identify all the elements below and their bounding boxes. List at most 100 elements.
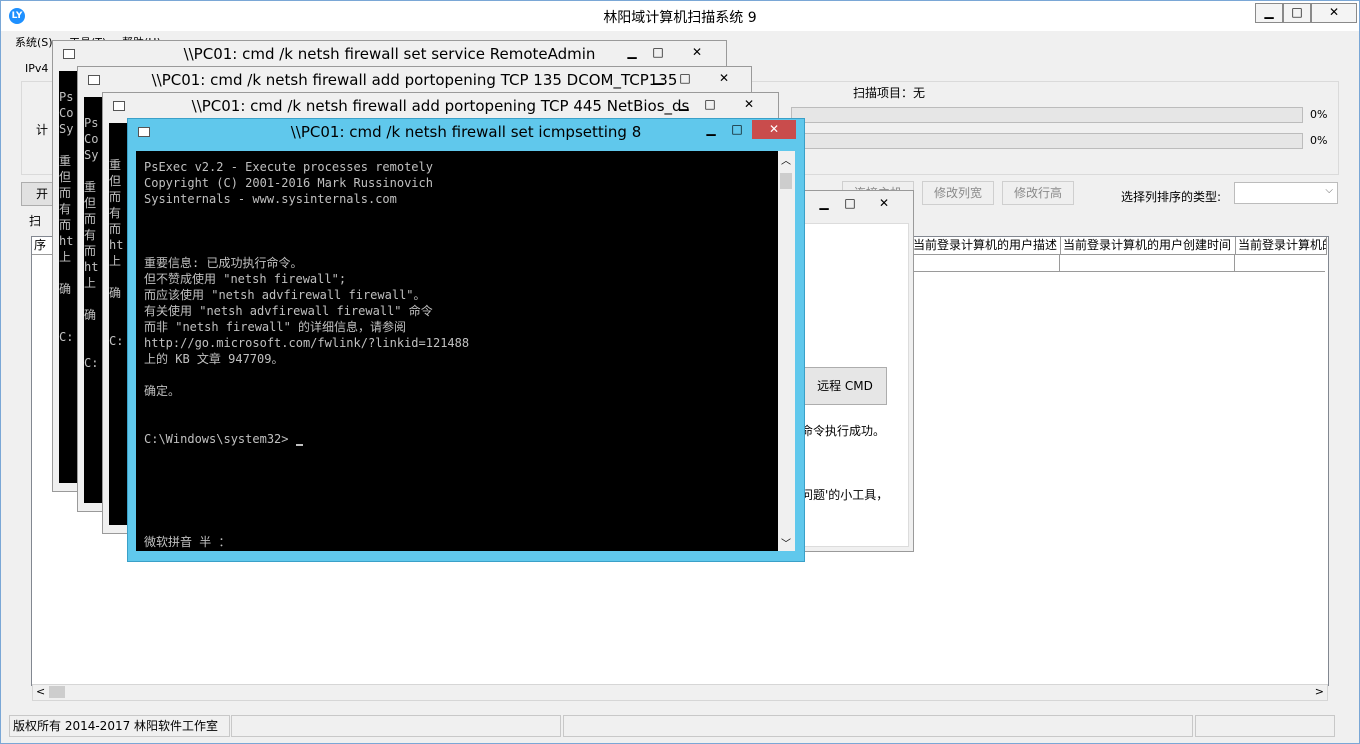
cmd-window-icmp[interactable]: \\PC01: cmd /k netsh firewall set icmpse…	[127, 118, 805, 562]
console-line: 上	[109, 254, 122, 268]
close-button[interactable]: ✕	[1311, 3, 1357, 23]
status-segment	[563, 715, 1193, 737]
console-line: 有	[109, 206, 122, 220]
status-segment	[1195, 715, 1335, 737]
console-line: Sy	[84, 148, 99, 162]
console-line: Ps	[84, 116, 99, 130]
horizontal-scrollbar[interactable]: < >	[32, 684, 1328, 701]
tab-ipv4[interactable]: IPv4	[25, 62, 48, 75]
maximize-button[interactable]: □	[672, 69, 698, 88]
window-title: 林阳域计算机扫描系统 9	[603, 10, 757, 26]
console-line: Sysinternals - www.sysinternals.com	[144, 192, 397, 206]
text-cursor	[296, 444, 303, 446]
console-line: 而	[84, 212, 97, 226]
scan-results-label: 扫	[29, 214, 42, 228]
status-copyright: 版权所有 2014-2017 林阳软件工作室	[9, 715, 230, 737]
console-line: 有关使用 "netsh advfirewall firewall" 命令	[144, 304, 433, 318]
console-line: 而	[59, 218, 72, 232]
console-line: 但	[59, 170, 72, 184]
scroll-right-icon[interactable]: >	[1315, 685, 1324, 698]
maximize-button[interactable]: □	[697, 95, 723, 114]
close-button[interactable]: ✕	[871, 194, 897, 213]
console-line: 确	[59, 282, 72, 296]
grid-row	[911, 255, 1325, 272]
console-line: ht	[59, 234, 74, 248]
console-line: 而	[59, 186, 72, 200]
helper-success-text: 命令执行成功。	[801, 424, 886, 438]
minimize-button[interactable]: ▁	[1255, 3, 1283, 23]
console-line: 上的 KB 文章 947709。	[144, 352, 284, 366]
console-line: 确	[84, 308, 97, 322]
compute-label: 计	[36, 123, 49, 137]
console-line: 但不赞成使用 "netsh firewall";	[144, 272, 347, 286]
console-line: http://go.microsoft.com/fwlink/?linkid=1…	[144, 336, 470, 350]
console-line: Ps	[59, 90, 74, 104]
console-line: Co	[59, 106, 74, 120]
console-line: ht	[109, 238, 124, 252]
close-button[interactable]: ✕	[677, 43, 717, 62]
scan-items-label: 扫描项目：无	[853, 86, 926, 100]
console-line: Co	[84, 132, 99, 146]
console-line: 确	[109, 286, 122, 300]
console-line: 而	[84, 244, 97, 258]
helper-tool-text: 问题'的小工具，	[801, 488, 889, 502]
console-line: 有	[84, 228, 97, 242]
console-line: 但	[109, 174, 122, 188]
console-line: 重	[84, 180, 97, 194]
column-header-user-created[interactable]: 当前登录计算机的用户创建时间	[1061, 237, 1236, 255]
minimize-button[interactable]: ▁	[646, 69, 672, 88]
scroll-down-icon[interactable]: ﹀	[781, 535, 791, 550]
minimize-button[interactable]: ▁	[698, 120, 724, 139]
console-line: 有	[59, 202, 72, 216]
grid-divider	[1234, 255, 1235, 271]
console-line: C:\Windows\system32>	[144, 432, 289, 446]
close-button[interactable]: ✕	[704, 69, 744, 88]
minimize-button[interactable]: ▁	[619, 43, 645, 62]
console-line: 重要信息: 已成功执行命令。	[144, 256, 303, 270]
console-line: 确定。	[144, 384, 181, 398]
column-header-user-desc[interactable]: 当前登录计算机的用户描述	[911, 237, 1061, 255]
console-line: 而非 "netsh firewall" 的详细信息，请参阅	[144, 320, 407, 334]
close-button[interactable]: ✕	[729, 95, 769, 114]
title-bar: LY 林阳域计算机扫描系统 9 ▁ □ ✕	[1, 1, 1359, 31]
menu-system[interactable]: 系统(S)	[15, 34, 53, 50]
console-line: 而	[109, 190, 122, 204]
maximize-button[interactable]: □	[645, 43, 671, 62]
console-output[interactable]: PsExec v2.2 - Execute processes remotely…	[136, 151, 778, 551]
progress-bar-1	[791, 107, 1303, 123]
edit-row-height-button[interactable]: 修改行高	[1002, 181, 1074, 205]
maximize-button[interactable]: □	[724, 120, 750, 139]
remote-cmd-button[interactable]: 远程 CMD	[803, 367, 887, 405]
sort-type-label: 选择列排序的类型:	[1121, 190, 1222, 204]
console-line: C:	[59, 330, 74, 344]
console-line: 上	[59, 250, 72, 264]
progress-1-percent: 0%	[1310, 108, 1328, 121]
sort-type-select[interactable]: ⌵	[1234, 182, 1338, 204]
console-line: Copyright (C) 2001-2016 Mark Russinovich	[144, 176, 433, 190]
status-bar: 版权所有 2014-2017 林阳软件工作室	[1, 713, 1359, 743]
helper-dialog: ▁ □ ✕ 远程 CMD 命令执行成功。 问题'的小工具，	[790, 190, 914, 552]
minimize-button[interactable]: ▁	[811, 194, 837, 213]
close-button[interactable]: ✕	[752, 120, 796, 139]
column-header-user-more[interactable]: 当前登录计算机的	[1236, 237, 1327, 255]
console-line: C:	[84, 356, 99, 370]
scroll-up-icon[interactable]: ︿	[781, 152, 791, 167]
scroll-thumb[interactable]	[780, 173, 792, 189]
maximize-button[interactable]: □	[837, 194, 863, 213]
console-line: Sy	[59, 122, 74, 136]
scroll-thumb[interactable]	[49, 686, 65, 698]
chevron-down-icon: ⌵	[1325, 185, 1333, 196]
vertical-scrollbar[interactable]: ︿ ﹀	[778, 151, 795, 551]
maximize-button[interactable]: □	[1283, 3, 1311, 23]
status-segment	[231, 715, 561, 737]
console-line: 重	[59, 154, 72, 168]
scroll-left-icon[interactable]: <	[36, 685, 45, 698]
console-line: 上	[84, 276, 97, 290]
console-line: 而	[109, 222, 122, 236]
progress-2-percent: 0%	[1310, 134, 1328, 147]
minimize-button[interactable]: ▁	[671, 95, 697, 114]
edit-column-width-button[interactable]: 修改列宽	[922, 181, 994, 205]
console-line: ht	[84, 260, 99, 274]
console-line: PsExec v2.2 - Execute processes remotely	[144, 160, 433, 174]
console-line: C:	[109, 334, 124, 348]
